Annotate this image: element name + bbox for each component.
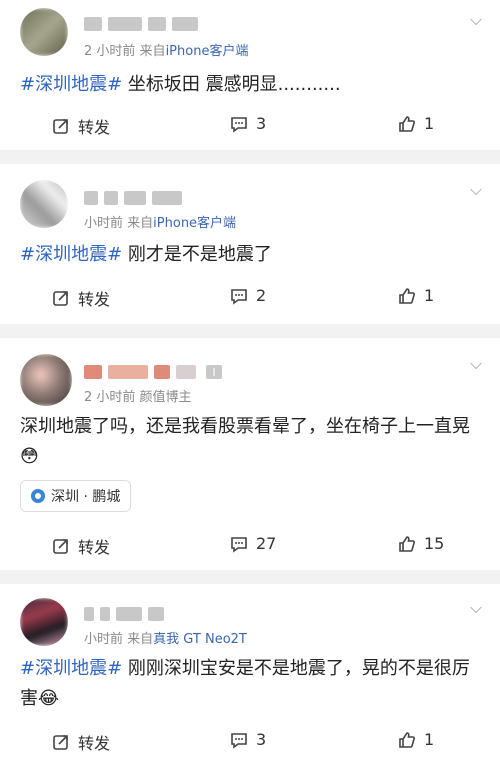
action-bar: 转发 3 1 bbox=[0, 730, 500, 760]
post-source[interactable]: iPhone客户端 bbox=[166, 44, 249, 59]
repost-label: 转发 bbox=[78, 734, 111, 753]
comment-count: 2 bbox=[256, 286, 267, 305]
repost-button[interactable]: 转发 bbox=[52, 114, 110, 138]
post-time: 小时前 bbox=[84, 216, 124, 231]
chevron-down-icon[interactable]: ⌵ bbox=[470, 10, 482, 30]
username-blurred[interactable] bbox=[84, 188, 182, 208]
post-body: 刚才是不是地震了 bbox=[122, 244, 272, 265]
location-chip[interactable]: 深圳 · 鹏城 bbox=[20, 480, 132, 512]
verified-badge: I bbox=[206, 365, 222, 379]
post-text: 深圳地震了吗，还是我看股票看晕了，坐在椅子上一直晃😳 bbox=[20, 412, 480, 472]
repost-button[interactable]: 转发 bbox=[52, 730, 110, 754]
comment-button[interactable]: 3 bbox=[230, 114, 266, 133]
like-count: 1 bbox=[424, 286, 435, 305]
like-button[interactable]: 1 bbox=[398, 114, 434, 133]
repost-label: 转发 bbox=[78, 118, 111, 137]
comment-icon bbox=[231, 288, 247, 305]
post-body: 深圳地震了吗，还是我看股票看晕了，坐在椅子上一直晃😳 bbox=[20, 416, 470, 467]
comment-icon bbox=[231, 732, 247, 749]
comment-icon bbox=[231, 116, 247, 133]
action-bar: 转发 3 1 bbox=[0, 114, 500, 144]
avatar[interactable] bbox=[20, 180, 68, 228]
chevron-down-icon[interactable]: ⌵ bbox=[470, 354, 482, 374]
thumbs-up-icon bbox=[399, 731, 415, 748]
location-pin-icon bbox=[31, 489, 45, 503]
post-source[interactable]: 真我 GT Neo2T bbox=[153, 632, 247, 647]
post-1: 2 小时前 来自iPhone客户端 ⌵ #深圳地震# 坐标坂田 震感明显....… bbox=[0, 0, 500, 150]
comment-button[interactable]: 2 bbox=[230, 286, 266, 305]
username-blurred[interactable] bbox=[84, 14, 198, 34]
share-icon bbox=[53, 735, 68, 750]
post-2: 小时前 来自iPhone客户端 ⌵ #深圳地震# 刚才是不是地震了 转发 2 1 bbox=[0, 164, 500, 324]
share-icon bbox=[53, 291, 68, 306]
post-time: 小时前 bbox=[84, 632, 124, 647]
like-button[interactable]: 1 bbox=[398, 286, 434, 305]
comment-button[interactable]: 3 bbox=[230, 730, 266, 749]
post-meta: 小时前 来自真我 GT Neo2T bbox=[84, 628, 247, 647]
thumbs-up-icon bbox=[399, 535, 415, 552]
post-text: #深圳地震# 刚才是不是地震了 bbox=[20, 240, 480, 270]
hashtag[interactable]: #深圳地震# bbox=[20, 244, 122, 265]
post-time: 2 小时前 bbox=[84, 44, 136, 59]
thumbs-up-icon bbox=[399, 115, 415, 132]
like-button[interactable]: 15 bbox=[398, 534, 444, 553]
comment-count: 3 bbox=[256, 730, 267, 749]
repost-button[interactable]: 转发 bbox=[52, 286, 110, 310]
comment-count: 3 bbox=[256, 114, 267, 133]
comment-icon bbox=[231, 536, 247, 553]
comment-button[interactable]: 27 bbox=[230, 534, 276, 553]
thumbs-up-icon bbox=[399, 287, 415, 304]
hashtag[interactable]: #深圳地震# bbox=[20, 658, 122, 679]
post-meta: 2 小时前 颜值博主 bbox=[84, 386, 192, 405]
avatar[interactable] bbox=[20, 598, 68, 646]
chevron-down-icon[interactable]: ⌵ bbox=[470, 180, 482, 200]
avatar[interactable] bbox=[20, 354, 72, 406]
source-prefix: 来自 bbox=[139, 44, 166, 59]
post-source[interactable]: iPhone客户端 bbox=[153, 216, 236, 231]
repost-label: 转发 bbox=[78, 538, 111, 557]
source-prefix: 来自 bbox=[127, 216, 154, 231]
like-count: 1 bbox=[424, 114, 435, 133]
post-3: I 2 小时前 颜值博主 ⌵ 深圳地震了吗，还是我看股票看晕了，坐在椅子上一直晃… bbox=[0, 338, 500, 570]
like-count: 1 bbox=[424, 730, 435, 749]
post-source: 颜值博主 bbox=[139, 390, 192, 405]
action-bar: 转发 2 1 bbox=[0, 286, 500, 316]
post-body: 坐标坂田 震感明显........... bbox=[122, 74, 341, 95]
post-text: #深圳地震# 刚刚深圳宝安是不是地震了，晃的不是很厉害😂 bbox=[20, 654, 480, 714]
post-meta: 2 小时前 来自iPhone客户端 bbox=[84, 40, 248, 59]
post-time: 2 小时前 bbox=[84, 390, 136, 405]
share-icon bbox=[53, 119, 68, 134]
username-blurred[interactable]: I bbox=[84, 362, 222, 382]
username-blurred[interactable] bbox=[84, 604, 164, 624]
post-4: 小时前 来自真我 GT Neo2T ⌵ #深圳地震# 刚刚深圳宝安是不是地震了，… bbox=[0, 584, 500, 768]
chevron-down-icon[interactable]: ⌵ bbox=[470, 598, 482, 618]
post-text: #深圳地震# 坐标坂田 震感明显........... bbox=[20, 70, 480, 100]
avatar[interactable] bbox=[20, 8, 68, 56]
like-count: 15 bbox=[424, 534, 445, 553]
source-prefix: 来自 bbox=[127, 632, 154, 647]
repost-label: 转发 bbox=[78, 290, 111, 309]
comment-count: 27 bbox=[256, 534, 277, 553]
post-meta: 小时前 来自iPhone客户端 bbox=[84, 212, 236, 231]
share-icon bbox=[53, 539, 68, 554]
action-bar: 转发 27 15 bbox=[0, 534, 500, 564]
hashtag[interactable]: #深圳地震# bbox=[20, 74, 122, 95]
like-button[interactable]: 1 bbox=[398, 730, 434, 749]
repost-button[interactable]: 转发 bbox=[52, 534, 110, 558]
location-label: 深圳 · 鹏城 bbox=[51, 489, 121, 505]
